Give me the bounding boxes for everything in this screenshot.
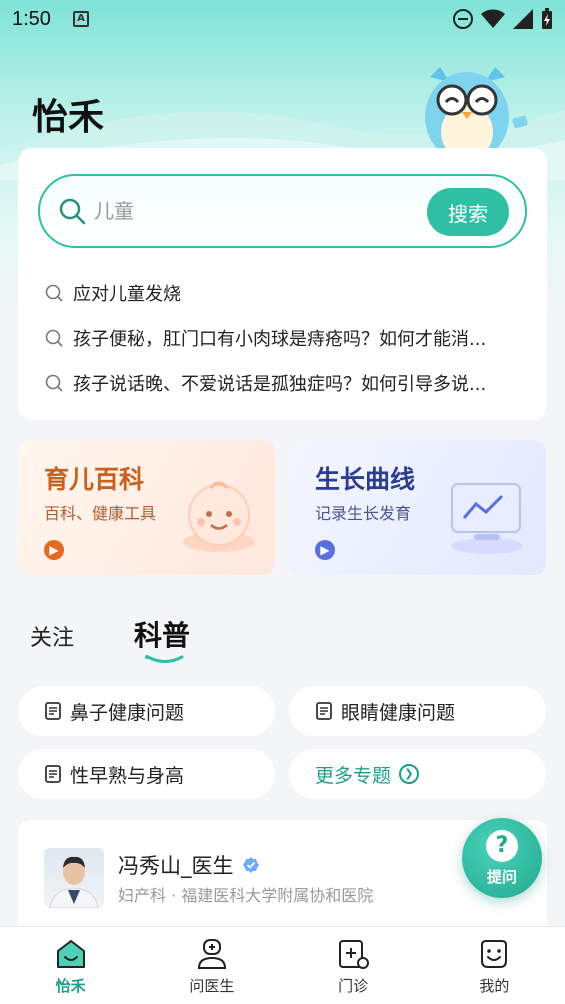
smile-face-icon xyxy=(481,940,508,968)
feature-title: 生长曲线 xyxy=(315,465,416,494)
bottom-nav: 怡禾 问医生 门诊 我的 xyxy=(0,926,565,1004)
chevron-right-icon: ▶ xyxy=(315,540,335,560)
ask-question-button[interactable]: ? 提问 xyxy=(462,818,542,898)
search-box[interactable]: 搜索 xyxy=(38,174,527,248)
nav-label: 怡禾 xyxy=(55,977,86,995)
question-mark-icon: ? xyxy=(486,830,518,862)
document-icon xyxy=(45,765,61,783)
topic-chip-nose-health[interactable]: 鼻子健康问题 xyxy=(18,686,275,736)
search-icon xyxy=(45,329,63,347)
topic-chip-precocious-puberty[interactable]: 性早熟与身高 xyxy=(18,749,275,799)
do-not-disturb-icon xyxy=(453,9,473,29)
nav-item-home[interactable]: 怡禾 xyxy=(0,927,141,1004)
nav-label: 问医生 xyxy=(189,977,235,995)
search-icon xyxy=(45,374,63,392)
feature-card-parenting-encyclopedia[interactable]: 育儿百科 百科、健康工具 ▶ xyxy=(18,440,275,575)
search-button[interactable]: 搜索 xyxy=(427,188,509,236)
chevron-right-circle-icon: ❯ xyxy=(399,764,420,784)
nav-item-clinic[interactable]: 门诊 xyxy=(283,927,424,1004)
active-tab-indicator xyxy=(145,655,184,663)
topic-label: 性早熟与身高 xyxy=(70,764,185,787)
owl-mascot-icon xyxy=(425,67,528,162)
nav-label: 门诊 xyxy=(338,977,369,995)
tab-popular-science[interactable]: 科普 xyxy=(134,614,190,654)
topic-label: 更多专题 xyxy=(315,764,392,787)
nav-label: 我的 xyxy=(479,977,510,995)
chevron-right-icon: ▶ xyxy=(44,540,64,560)
topic-chip-eye-health[interactable]: 眼睛健康问题 xyxy=(289,686,546,736)
verified-badge-icon xyxy=(242,857,259,873)
suggestion-text: 孩子便秘，肛门口有小肉球是痔疮吗？如何才能消... xyxy=(73,328,487,350)
doctor-icon xyxy=(197,939,226,969)
status-bar: 1:50 A xyxy=(0,0,565,38)
search-card: 搜索 应对儿童发烧 孩子便秘，肛门口有小肉球是痔疮吗？如何才能消... 孩子说话… xyxy=(18,148,547,420)
wifi-icon xyxy=(481,9,505,28)
search-icon xyxy=(59,198,86,225)
app-title: 怡禾 xyxy=(32,97,105,138)
doctor-name-row: 冯秀山_医生 xyxy=(118,850,260,880)
doctor-department: 妇产科 · 福建医科大学附属协和医院 xyxy=(118,886,374,905)
cell-signal-icon xyxy=(513,9,533,29)
nav-item-ask-doctor[interactable]: 问医生 xyxy=(141,927,282,1004)
nav-item-mine[interactable]: 我的 xyxy=(424,927,565,1004)
status-time: 1:50 xyxy=(12,7,51,30)
suggestion-item[interactable]: 孩子便秘，肛门口有小肉球是痔疮吗？如何才能消... xyxy=(44,315,524,360)
doctor-name: 冯秀山_医生 xyxy=(118,854,234,878)
document-icon xyxy=(316,702,332,720)
feature-subtitle: 记录生长发育 xyxy=(315,504,412,523)
more-topics-button[interactable]: 更多专题 ❯ xyxy=(289,749,546,799)
battery-icon xyxy=(542,8,552,29)
ask-label: 提问 xyxy=(486,868,517,886)
feature-subtitle: 百科、健康工具 xyxy=(44,504,157,523)
search-icon xyxy=(45,284,63,302)
suggestion-item[interactable]: 孩子说话晚、不爱说话是孤独症吗？如何引导多说... xyxy=(44,360,524,405)
document-icon xyxy=(45,702,61,720)
suggestion-text: 应对儿童发烧 xyxy=(73,283,181,305)
home-icon xyxy=(56,940,85,968)
growth-chart-monitor-icon xyxy=(451,483,523,554)
doctor-photo-icon xyxy=(49,856,99,908)
suggestion-text: 孩子说话晚、不爱说话是孤独症吗？如何引导多说... xyxy=(73,373,487,395)
tab-follow[interactable]: 关注 xyxy=(30,620,74,652)
baby-face-icon xyxy=(183,481,255,552)
suggestion-item[interactable]: 应对儿童发烧 xyxy=(44,270,524,315)
feature-card-growth-curve[interactable]: 生长曲线 记录生长发育 ▶ xyxy=(289,440,546,575)
notification-a-icon: A xyxy=(72,11,89,27)
doctor-avatar xyxy=(44,848,104,908)
topic-label: 眼睛健康问题 xyxy=(341,701,456,724)
search-suggestions: 应对儿童发烧 孩子便秘，肛门口有小肉球是痔疮吗？如何才能消... 孩子说话晚、不… xyxy=(44,270,524,405)
search-input[interactable] xyxy=(94,199,414,223)
topic-label: 鼻子健康问题 xyxy=(70,701,185,724)
feature-title: 育儿百科 xyxy=(44,465,145,494)
clinic-icon xyxy=(339,940,370,969)
